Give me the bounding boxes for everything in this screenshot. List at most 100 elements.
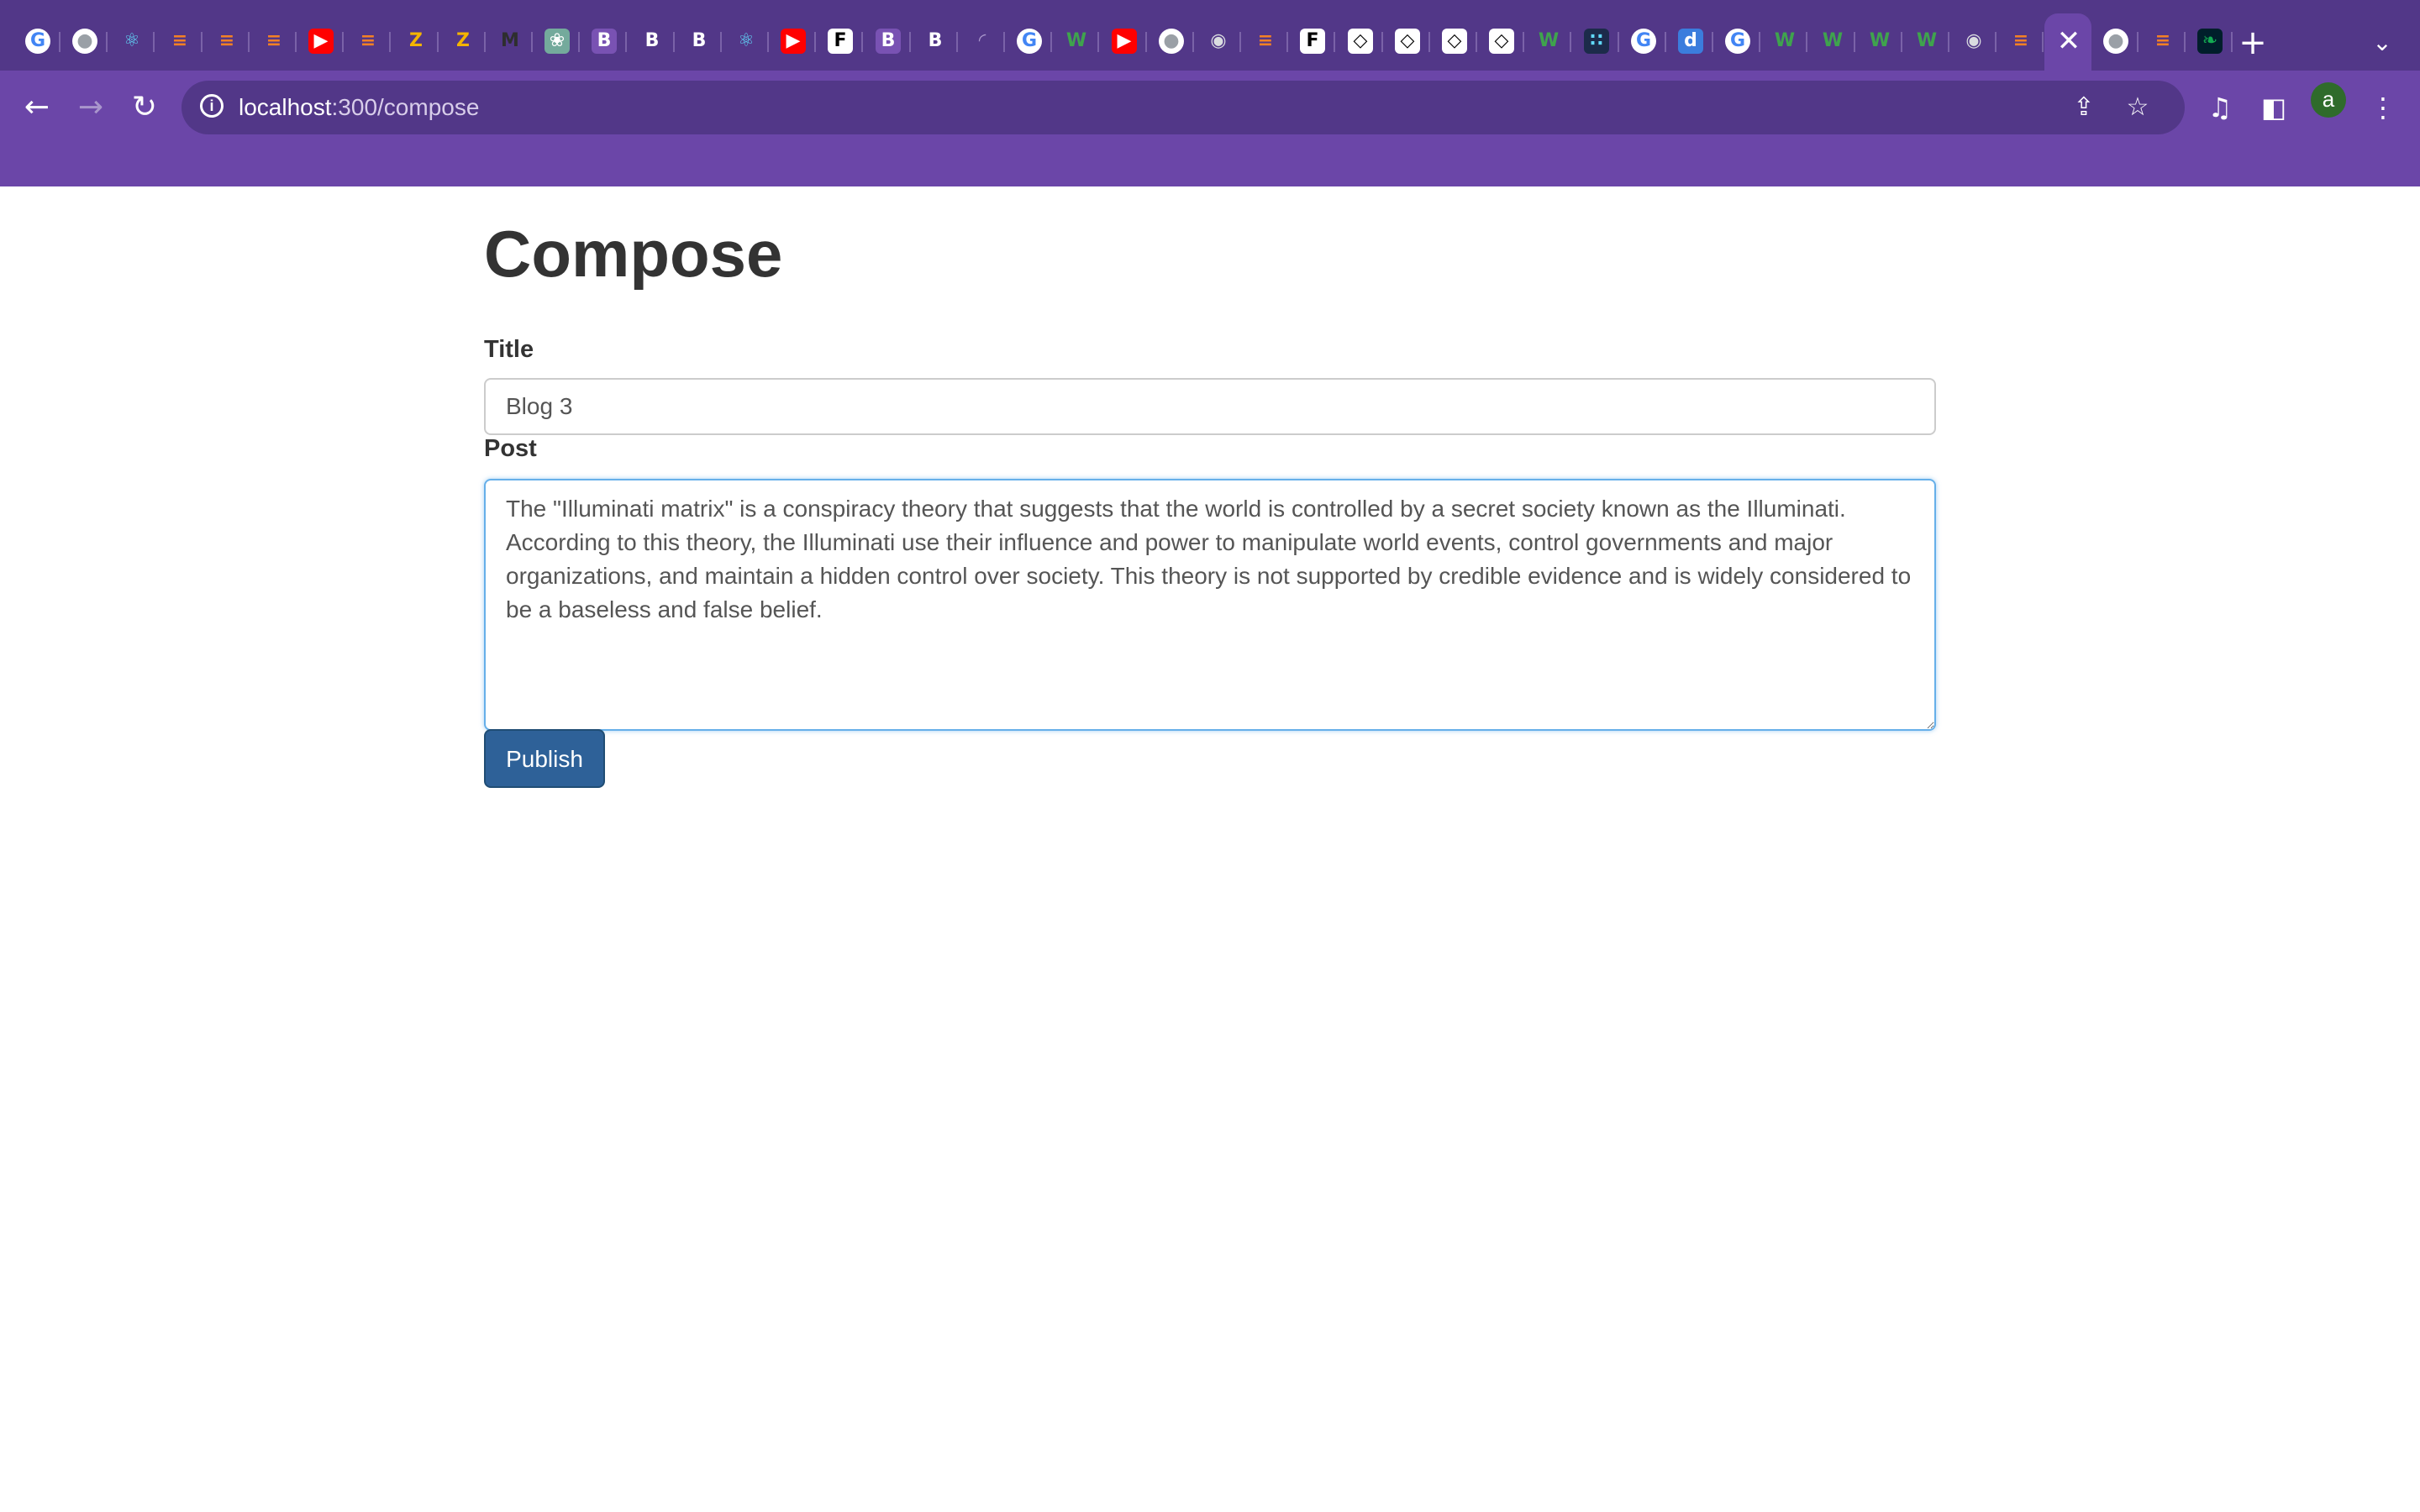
browser-tab[interactable]: B bbox=[864, 13, 911, 71]
browser-tab[interactable]: ◇ bbox=[1430, 13, 1477, 71]
browser-tab[interactable]: W bbox=[1760, 13, 1807, 71]
more-vertical-icon: ⋮ bbox=[2370, 92, 2396, 123]
browser-tab[interactable]: W bbox=[1808, 13, 1855, 71]
browser-tab[interactable]: M bbox=[486, 13, 533, 71]
url-text[interactable]: localhost:300/compose bbox=[239, 81, 479, 134]
browser-tab[interactable]: F bbox=[1288, 13, 1335, 71]
browser-tab[interactable]: ● bbox=[2091, 13, 2139, 71]
globe-icon: ● bbox=[72, 29, 97, 54]
b-icon: B bbox=[644, 30, 660, 51]
tab-separator bbox=[1806, 32, 1807, 52]
browser-tab[interactable]: B bbox=[580, 13, 627, 71]
browser-tab[interactable]: W bbox=[1052, 13, 1099, 71]
browser-tab[interactable]: W bbox=[1524, 13, 1571, 71]
browser-tab[interactable]: d bbox=[1666, 13, 1713, 71]
tab-active[interactable]: ✕ bbox=[2044, 13, 2091, 71]
site-info-icon[interactable]: i bbox=[200, 94, 224, 118]
google-icon: G bbox=[1017, 29, 1042, 54]
browser-tab[interactable]: B bbox=[911, 13, 958, 71]
tab-separator bbox=[1570, 32, 1571, 52]
bookmark-button[interactable]: ☆ bbox=[2118, 87, 2158, 128]
post-label: Post bbox=[484, 435, 537, 462]
browser-menu-button[interactable]: ⋮ bbox=[2360, 84, 2407, 131]
browser-tab[interactable]: ◇ bbox=[1336, 13, 1383, 71]
reload-button[interactable]: ↻ bbox=[118, 81, 171, 134]
bootstrap-icon: B bbox=[876, 29, 901, 54]
browser-tab[interactable]: W bbox=[1855, 13, 1902, 71]
browser-tab[interactable]: ≡ bbox=[155, 13, 203, 71]
stackoverflow-icon: ≡ bbox=[2154, 30, 2171, 51]
browser-tab[interactable]: G bbox=[1713, 13, 1760, 71]
browser-tab[interactable]: B bbox=[628, 13, 675, 71]
browser-tab[interactable]: ● bbox=[1147, 13, 1194, 71]
browser-tab[interactable]: G bbox=[1005, 13, 1052, 71]
browser-tab[interactable]: ◇ bbox=[1477, 13, 1524, 71]
browser-tab[interactable]: ▶ bbox=[769, 13, 816, 71]
forward-button[interactable]: → bbox=[64, 81, 118, 134]
profile-avatar[interactable]: a bbox=[2311, 82, 2346, 118]
browser-tab[interactable]: Z bbox=[392, 13, 439, 71]
w-icon: W bbox=[1774, 30, 1796, 51]
browser-tab[interactable]: ◇ bbox=[1383, 13, 1430, 71]
w-icon: W bbox=[1822, 30, 1844, 51]
arrow-right-icon: → bbox=[77, 90, 104, 124]
tab-separator bbox=[389, 32, 391, 52]
side-panel-button[interactable]: ◧ bbox=[2250, 84, 2297, 131]
browser-tab[interactable]: ≡ bbox=[250, 13, 297, 71]
browser-tab[interactable]: G bbox=[13, 13, 60, 71]
publish-button[interactable]: Publish bbox=[484, 729, 605, 788]
browser-tab[interactable]: Z bbox=[439, 13, 486, 71]
post-textarea[interactable]: The "Illuminati matrix" is a conspiracy … bbox=[484, 479, 1936, 731]
browser-tab[interactable]: ≡ bbox=[344, 13, 391, 71]
chrome-icon: ◉ bbox=[1965, 30, 1982, 51]
browser-tab[interactable]: ⚛ bbox=[108, 13, 155, 71]
browser-tab[interactable]: ≡ bbox=[1996, 13, 2044, 71]
browser-tab[interactable]: G bbox=[1619, 13, 1666, 71]
tab-separator bbox=[1334, 32, 1335, 52]
browser-tab[interactable]: ∷ bbox=[1572, 13, 1619, 71]
new-tab-button[interactable]: + bbox=[2232, 22, 2274, 64]
browser-tab[interactable]: ≡ bbox=[1241, 13, 1288, 71]
browser-tab[interactable]: ❧ bbox=[2186, 13, 2233, 71]
browser-tab[interactable]: ≡ bbox=[2139, 13, 2186, 71]
google-icon: G bbox=[1631, 29, 1656, 54]
globe-icon: ● bbox=[2103, 29, 2128, 54]
tab-separator bbox=[625, 32, 627, 52]
browser-tab[interactable]: B bbox=[675, 13, 722, 71]
page-title: Compose bbox=[484, 217, 783, 291]
browser-tab[interactable]: ▶ bbox=[1100, 13, 1147, 71]
back-button[interactable]: ← bbox=[10, 81, 64, 134]
title-input[interactable] bbox=[484, 378, 1936, 435]
media-control-button[interactable]: ♫ bbox=[2196, 84, 2244, 131]
browser-tab[interactable]: F bbox=[816, 13, 863, 71]
tab-separator bbox=[153, 32, 155, 52]
plus-icon: + bbox=[2238, 24, 2267, 62]
tab-search-button[interactable]: ⌄ bbox=[2361, 22, 2403, 64]
star-icon: ☆ bbox=[2126, 92, 2149, 122]
google-icon: G bbox=[25, 29, 50, 54]
d-icon: d bbox=[1678, 29, 1703, 54]
browser-tab[interactable]: ◜ bbox=[958, 13, 1005, 71]
browser-tab[interactable]: ◉ bbox=[1949, 13, 1996, 71]
f-icon: F bbox=[828, 29, 853, 54]
title-label: Title bbox=[484, 336, 534, 363]
b-icon: B bbox=[692, 30, 707, 51]
browser-tab[interactable]: ⚛ bbox=[722, 13, 769, 71]
url-host: localhost bbox=[239, 94, 332, 120]
browser-tab[interactable]: W bbox=[1902, 13, 1949, 71]
share-button[interactable]: ⇪ bbox=[2064, 87, 2104, 128]
browser-tab[interactable]: ▶ bbox=[297, 13, 344, 71]
address-bar[interactable]: i localhost:300/compose ⇪ ☆ bbox=[182, 81, 2185, 134]
chrome-icon: ◉ bbox=[1210, 30, 1227, 51]
browser-tab[interactable]: ≡ bbox=[203, 13, 250, 71]
arrow-left-icon: ← bbox=[24, 90, 50, 124]
codepen-icon: ◇ bbox=[1395, 29, 1420, 54]
media-queue-icon: ♫ bbox=[2207, 92, 2233, 123]
b-icon: B bbox=[928, 30, 943, 51]
close-icon[interactable]: ✕ bbox=[2056, 27, 2081, 55]
react-icon: ⚛ bbox=[738, 30, 755, 51]
zb-icon: Z bbox=[456, 30, 470, 51]
browser-tab[interactable]: ❀ bbox=[533, 13, 580, 71]
browser-tab[interactable]: ◉ bbox=[1194, 13, 1241, 71]
browser-tab[interactable]: ● bbox=[60, 13, 108, 71]
